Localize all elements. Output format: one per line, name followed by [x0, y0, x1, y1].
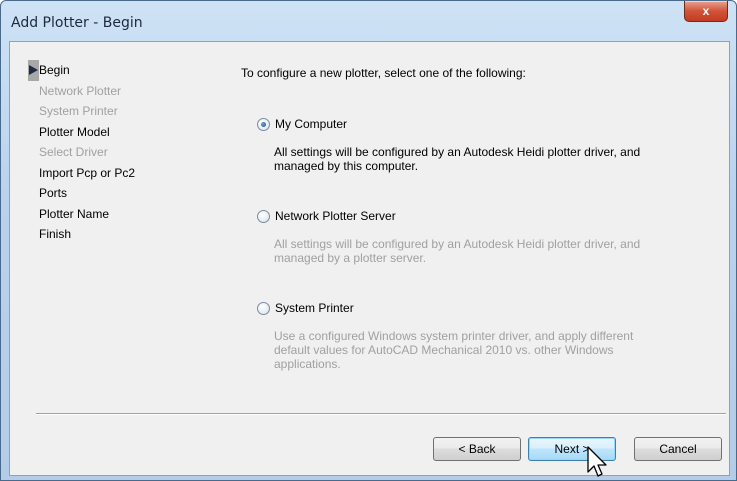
system-printer-description: Use a configured Windows system printer … — [274, 329, 634, 371]
step-label: System Printer — [39, 104, 118, 118]
wizard-content: To configure a new plotter, select one o… — [230, 42, 710, 422]
my-computer-description: All settings will be configured by an Au… — [274, 145, 641, 173]
step-label: Network Plotter — [39, 83, 122, 98]
network-plotter-server-description: All settings will be configured by an Au… — [274, 237, 641, 265]
step-label: Ports — [39, 186, 68, 200]
step-finish: Finish — [10, 224, 210, 245]
network-plotter-server-radio[interactable] — [257, 210, 270, 223]
step-network-plotter: Network Plotter — [10, 81, 210, 102]
title-bar[interactable]: Add Plotter - Begin x — [1, 1, 736, 41]
intro-text: To configure a new plotter, select one o… — [241, 66, 526, 80]
network-plotter-server-label[interactable]: Network Plotter Server — [275, 209, 396, 223]
step-label: Plotter Model — [39, 124, 110, 139]
back-button[interactable]: < Back — [433, 437, 521, 461]
close-icon: x — [702, 4, 710, 18]
wizard-step-list: Begin Network Plotter System Printer Plo… — [10, 60, 210, 245]
step-ports: Ports — [10, 183, 210, 204]
step-begin: Begin — [10, 60, 210, 81]
current-step-arrow-icon — [28, 60, 39, 81]
step-label: Select Driver — [39, 145, 108, 159]
window-title: Add Plotter - Begin — [11, 15, 143, 31]
my-computer-radio[interactable] — [257, 118, 270, 131]
button-separator — [36, 413, 726, 415]
step-select-driver: Select Driver — [10, 142, 210, 163]
add-plotter-dialog: Add Plotter - Begin x Begin Network Plot… — [0, 0, 737, 481]
step-label: Plotter Name — [39, 206, 110, 221]
system-printer-radio[interactable] — [257, 302, 270, 315]
step-plotter-name: Plotter Name — [10, 204, 210, 225]
step-system-printer: System Printer — [10, 101, 210, 122]
close-button[interactable]: x — [684, 1, 728, 22]
dialog-body: Begin Network Plotter System Printer Plo… — [9, 41, 730, 476]
my-computer-label[interactable]: My Computer — [275, 117, 347, 131]
step-plotter-model: Plotter Model — [10, 122, 210, 143]
step-import-pcp: Import Pcp or Pc2 — [10, 163, 210, 184]
step-label: Begin — [39, 63, 70, 77]
step-label: Import Pcp or Pc2 — [39, 165, 136, 180]
cancel-button[interactable]: Cancel — [634, 437, 722, 461]
system-printer-label[interactable]: System Printer — [275, 301, 354, 315]
mouse-pointer-icon — [587, 446, 607, 477]
step-label: Finish — [39, 227, 72, 241]
